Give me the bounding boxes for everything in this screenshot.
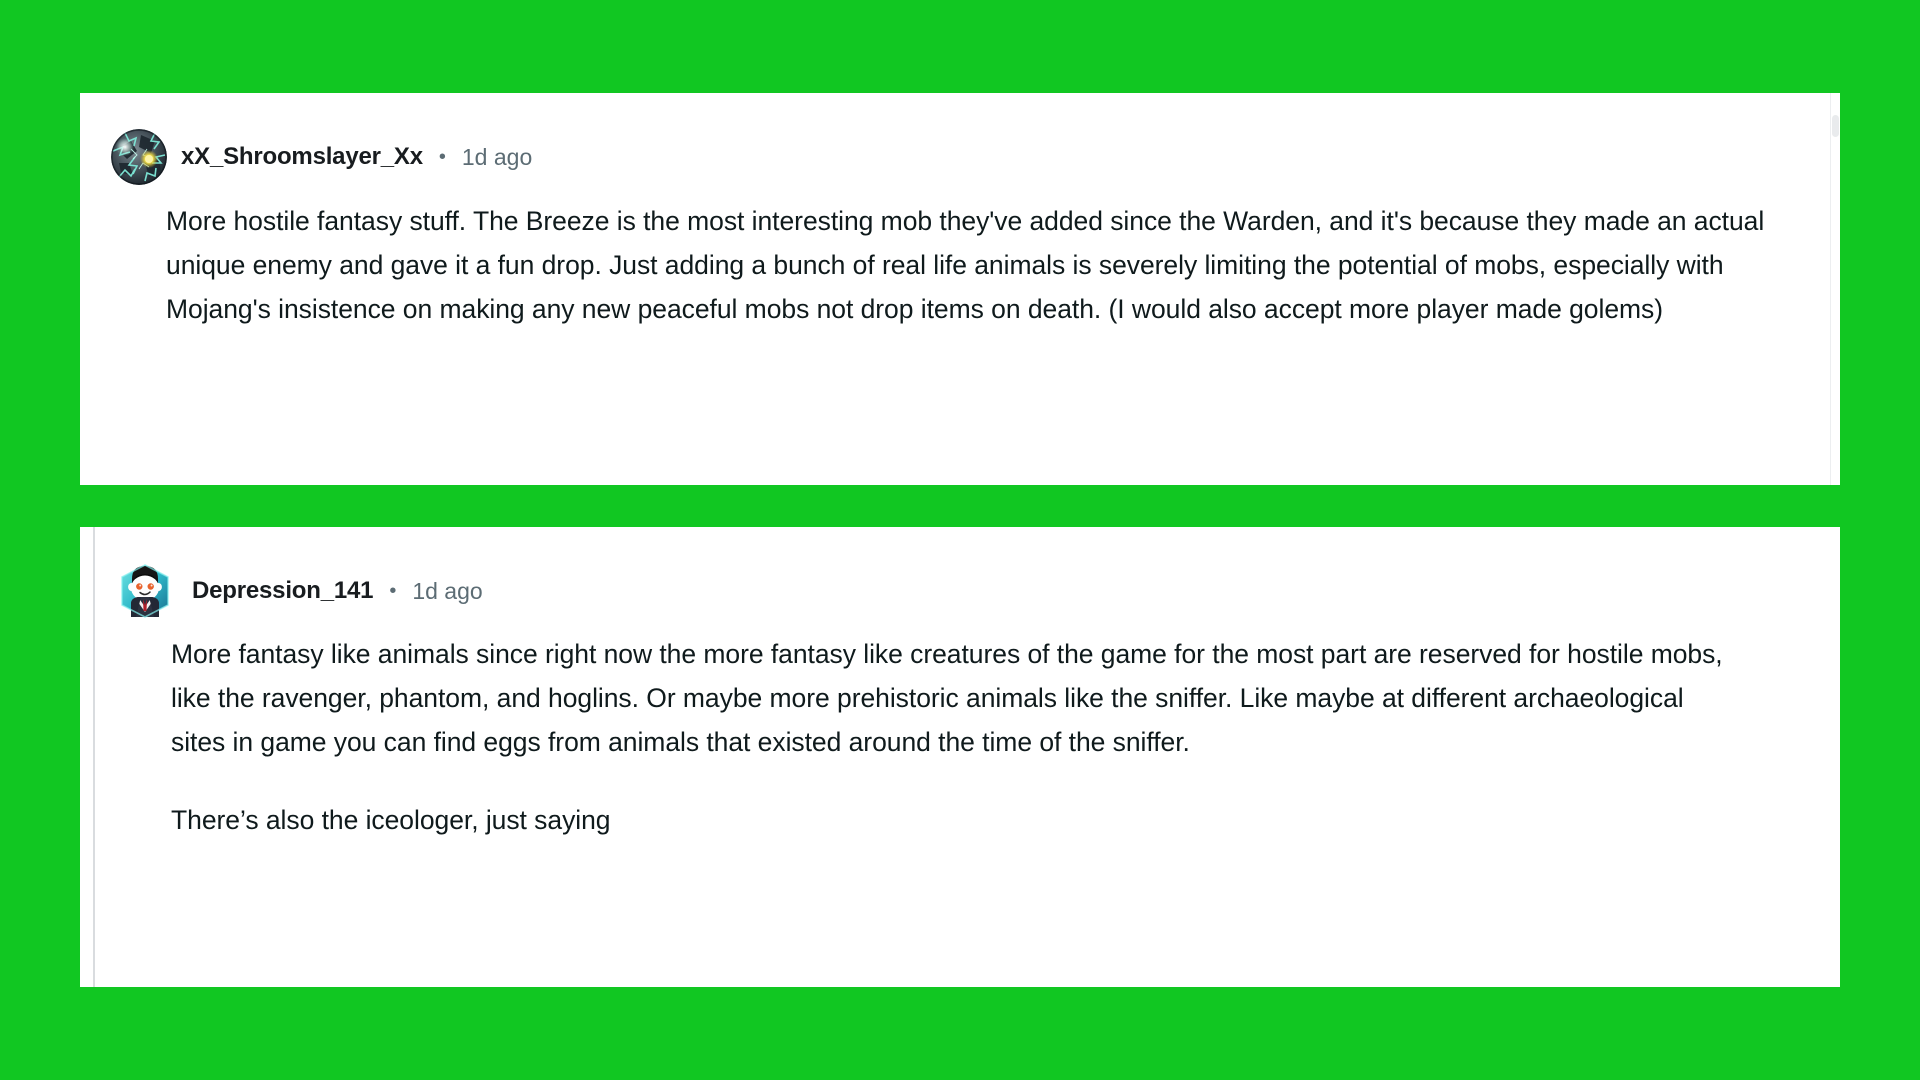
comment-header: Depression_141 • 1d ago bbox=[116, 555, 483, 627]
header-separator: • bbox=[389, 580, 397, 602]
comment-paragraph: More fantasy like animals since right no… bbox=[171, 639, 1723, 757]
comment-card: xX_Shroomslayer_Xx • 1d ago More hostile… bbox=[80, 93, 1840, 485]
comment-body: More fantasy like animals since right no… bbox=[171, 632, 1731, 842]
comment-author[interactable]: xX_Shroomslayer_Xx bbox=[181, 143, 423, 171]
comment-author[interactable]: Depression_141 bbox=[192, 577, 374, 605]
comment-timestamp: 1d ago bbox=[461, 143, 533, 170]
screen-background: xX_Shroomslayer_Xx • 1d ago More hostile… bbox=[0, 0, 1920, 1080]
comment-header: xX_Shroomslayer_Xx • 1d ago bbox=[111, 129, 532, 185]
comment-card: Depression_141 • 1d ago More fantasy lik… bbox=[80, 527, 1840, 987]
comment-timestamp: 1d ago bbox=[412, 577, 483, 604]
comment-paragraph: More hostile fantasy stuff. The Breeze i… bbox=[166, 206, 1765, 324]
comment-paragraph: There’s also the iceologer, just saying bbox=[171, 805, 611, 835]
comment-body: More hostile fantasy stuff. The Breeze i… bbox=[166, 199, 1766, 331]
snoo-suit-avatar[interactable] bbox=[112, 555, 178, 627]
scrollbar[interactable] bbox=[1830, 93, 1840, 485]
scrollbar-thumb[interactable] bbox=[1832, 115, 1839, 137]
header-separator: • bbox=[438, 146, 446, 168]
orb-lightning-avatar[interactable] bbox=[111, 129, 167, 185]
